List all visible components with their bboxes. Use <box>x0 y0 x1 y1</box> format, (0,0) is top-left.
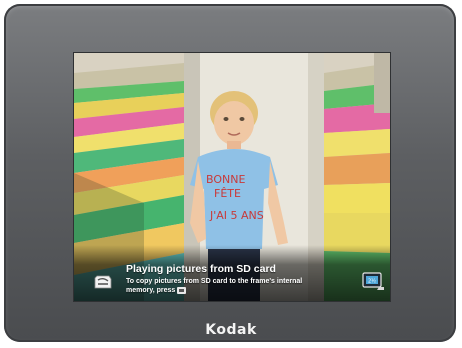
display-screen: BONNE FÊTE J'AI 5 ANS Playing pictures f… <box>74 53 390 301</box>
internal-memory-icon: 2½ <box>362 272 384 290</box>
svg-text:J'AI 5 ANS: J'AI 5 ANS <box>209 209 264 222</box>
svg-text:FÊTE: FÊTE <box>214 187 241 200</box>
notification-message-text: To copy pictures from SD card to the fra… <box>126 278 303 294</box>
svg-text:2½: 2½ <box>368 278 376 285</box>
notification-title: Playing pictures from SD card <box>126 263 276 275</box>
kodak-logo: Kodak <box>205 322 257 338</box>
copy-button-icon <box>177 286 187 294</box>
svg-text:BONNE: BONNE <box>206 173 245 186</box>
sd-card-icon <box>94 275 112 289</box>
notification-message: To copy pictures from SD card to the fra… <box>126 277 316 295</box>
